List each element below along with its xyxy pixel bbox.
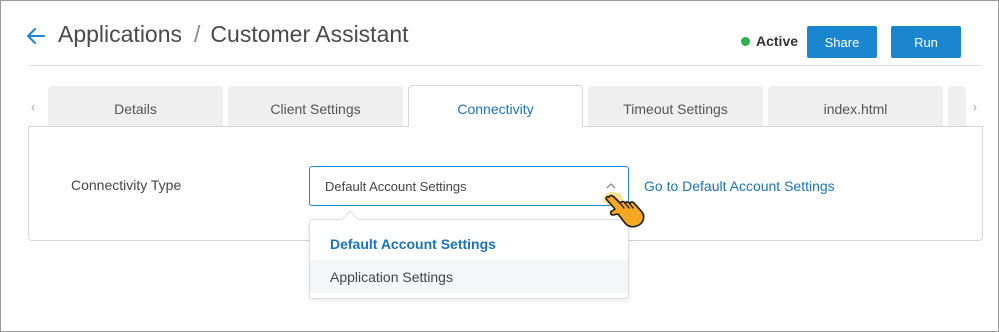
- connectivity-type-select[interactable]: Default Account Settings: [309, 166, 629, 206]
- chevron-up-icon: [606, 183, 616, 189]
- default-account-settings-link[interactable]: Go to Default Account Settings: [644, 178, 835, 194]
- connectivity-type-label: Connectivity Type: [71, 177, 182, 193]
- breadcrumb: Applications / Customer Assistant: [58, 21, 409, 48]
- tab-label: Details: [114, 101, 157, 117]
- tab-connectivity[interactable]: Connectivity: [408, 85, 583, 127]
- connectivity-dropdown-menu: Default Account Settings Application Set…: [309, 210, 629, 299]
- tab-label: Timeout Settings: [623, 101, 728, 117]
- option-default-account-settings[interactable]: Default Account Settings: [310, 227, 628, 260]
- tab-bar: ‹ Details Client Settings Connectivity T…: [1, 85, 998, 127]
- tab-scroll-left-icon[interactable]: ‹: [31, 100, 35, 114]
- tab-client-settings[interactable]: Client Settings: [228, 86, 403, 127]
- status-dot-icon: [741, 36, 750, 46]
- tab-label: Client Settings: [270, 101, 361, 117]
- page-title: Customer Assistant: [210, 21, 409, 47]
- status-badge: Active: [741, 33, 798, 49]
- share-button[interactable]: Share: [807, 26, 877, 58]
- status-label: Active: [756, 33, 799, 49]
- page-header: Applications / Customer Assistant Active S…: [1, 1, 998, 65]
- tab-index-html[interactable]: index.html: [768, 86, 943, 127]
- select-value: Default Account Settings: [325, 178, 467, 194]
- header-divider: [28, 65, 982, 66]
- run-button[interactable]: Run: [891, 26, 961, 58]
- app-window: Applications / Customer Assistant Active S…: [0, 0, 999, 332]
- tab-overflow[interactable]: [948, 86, 966, 127]
- back-arrow-icon[interactable]: [25, 25, 47, 47]
- breadcrumb-separator: /: [194, 21, 201, 47]
- tab-details[interactable]: Details: [48, 86, 223, 127]
- tab-label: Connectivity: [457, 101, 534, 117]
- breadcrumb-parent[interactable]: Applications: [58, 21, 182, 47]
- tab-label: index.html: [823, 101, 888, 117]
- tab-scroll-right-icon[interactable]: ›: [973, 100, 977, 114]
- option-application-settings[interactable]: Application Settings: [310, 260, 628, 293]
- tab-timeout-settings[interactable]: Timeout Settings: [588, 86, 763, 127]
- hand-pointer-icon: [603, 192, 645, 228]
